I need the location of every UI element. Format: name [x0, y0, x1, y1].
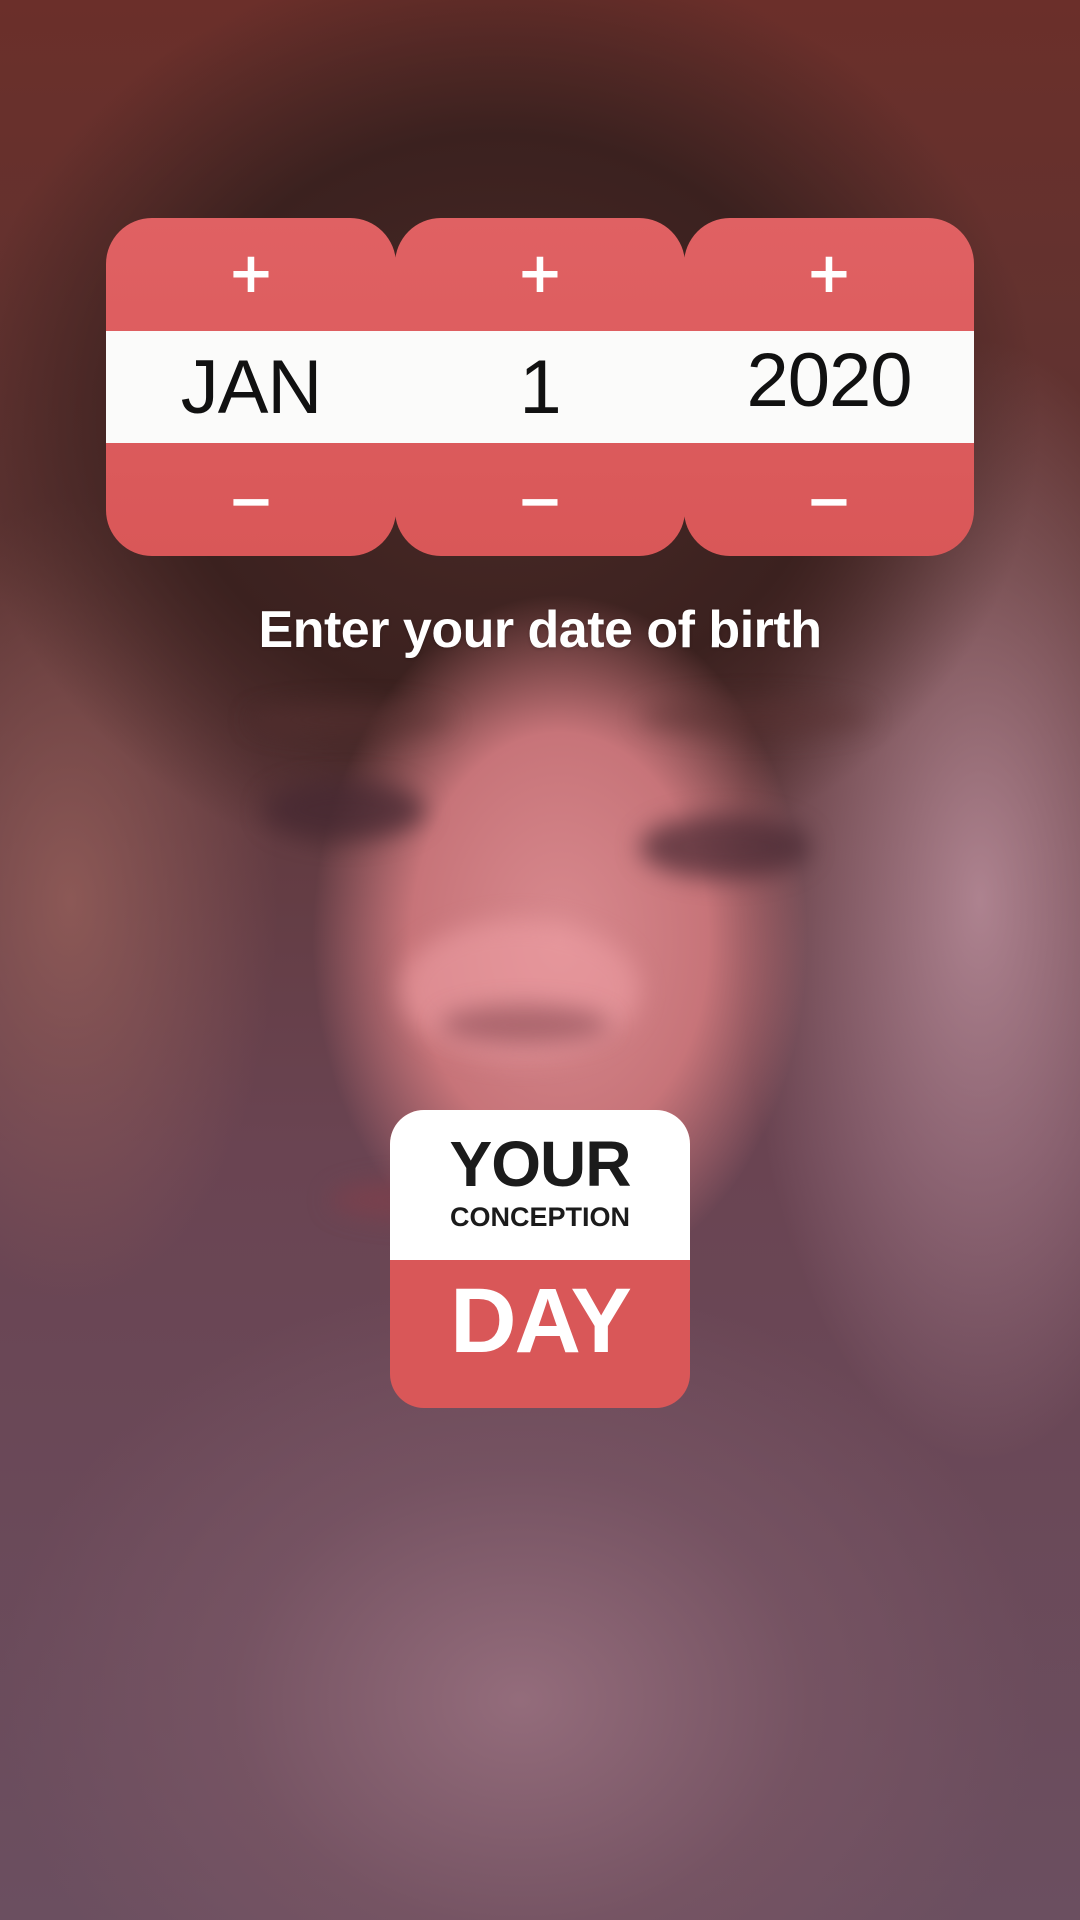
camera-feed-detail [640, 700, 870, 734]
conception-day-badge[interactable]: YOUR CONCEPTION DAY [390, 1110, 690, 1408]
camera-feed-detail [640, 815, 810, 879]
badge-line-day: DAY [450, 1270, 632, 1372]
day-value: 1 [519, 344, 561, 430]
month-increment-button[interactable]: + [106, 218, 396, 328]
day-decrement-button[interactable]: − [395, 446, 685, 556]
camera-feed-detail [440, 1005, 610, 1045]
camera-screen: + − + − + − JAN 1 2020 Enter your date o… [0, 0, 1080, 1920]
camera-feed-detail [265, 780, 425, 840]
month-decrement-button[interactable]: − [106, 446, 396, 556]
badge-line-your: YOUR [449, 1128, 632, 1200]
birth-date-prompt: Enter your date of birth [258, 601, 822, 659]
month-value: JAN [180, 344, 323, 430]
year-value: 2020 [746, 338, 912, 423]
year-increment-button[interactable]: + [684, 218, 974, 328]
year-decrement-button[interactable]: − [684, 446, 974, 556]
badge-line-conception: CONCEPTION [449, 1202, 630, 1232]
camera-feed-detail [250, 705, 450, 735]
day-increment-button[interactable]: + [395, 218, 685, 328]
